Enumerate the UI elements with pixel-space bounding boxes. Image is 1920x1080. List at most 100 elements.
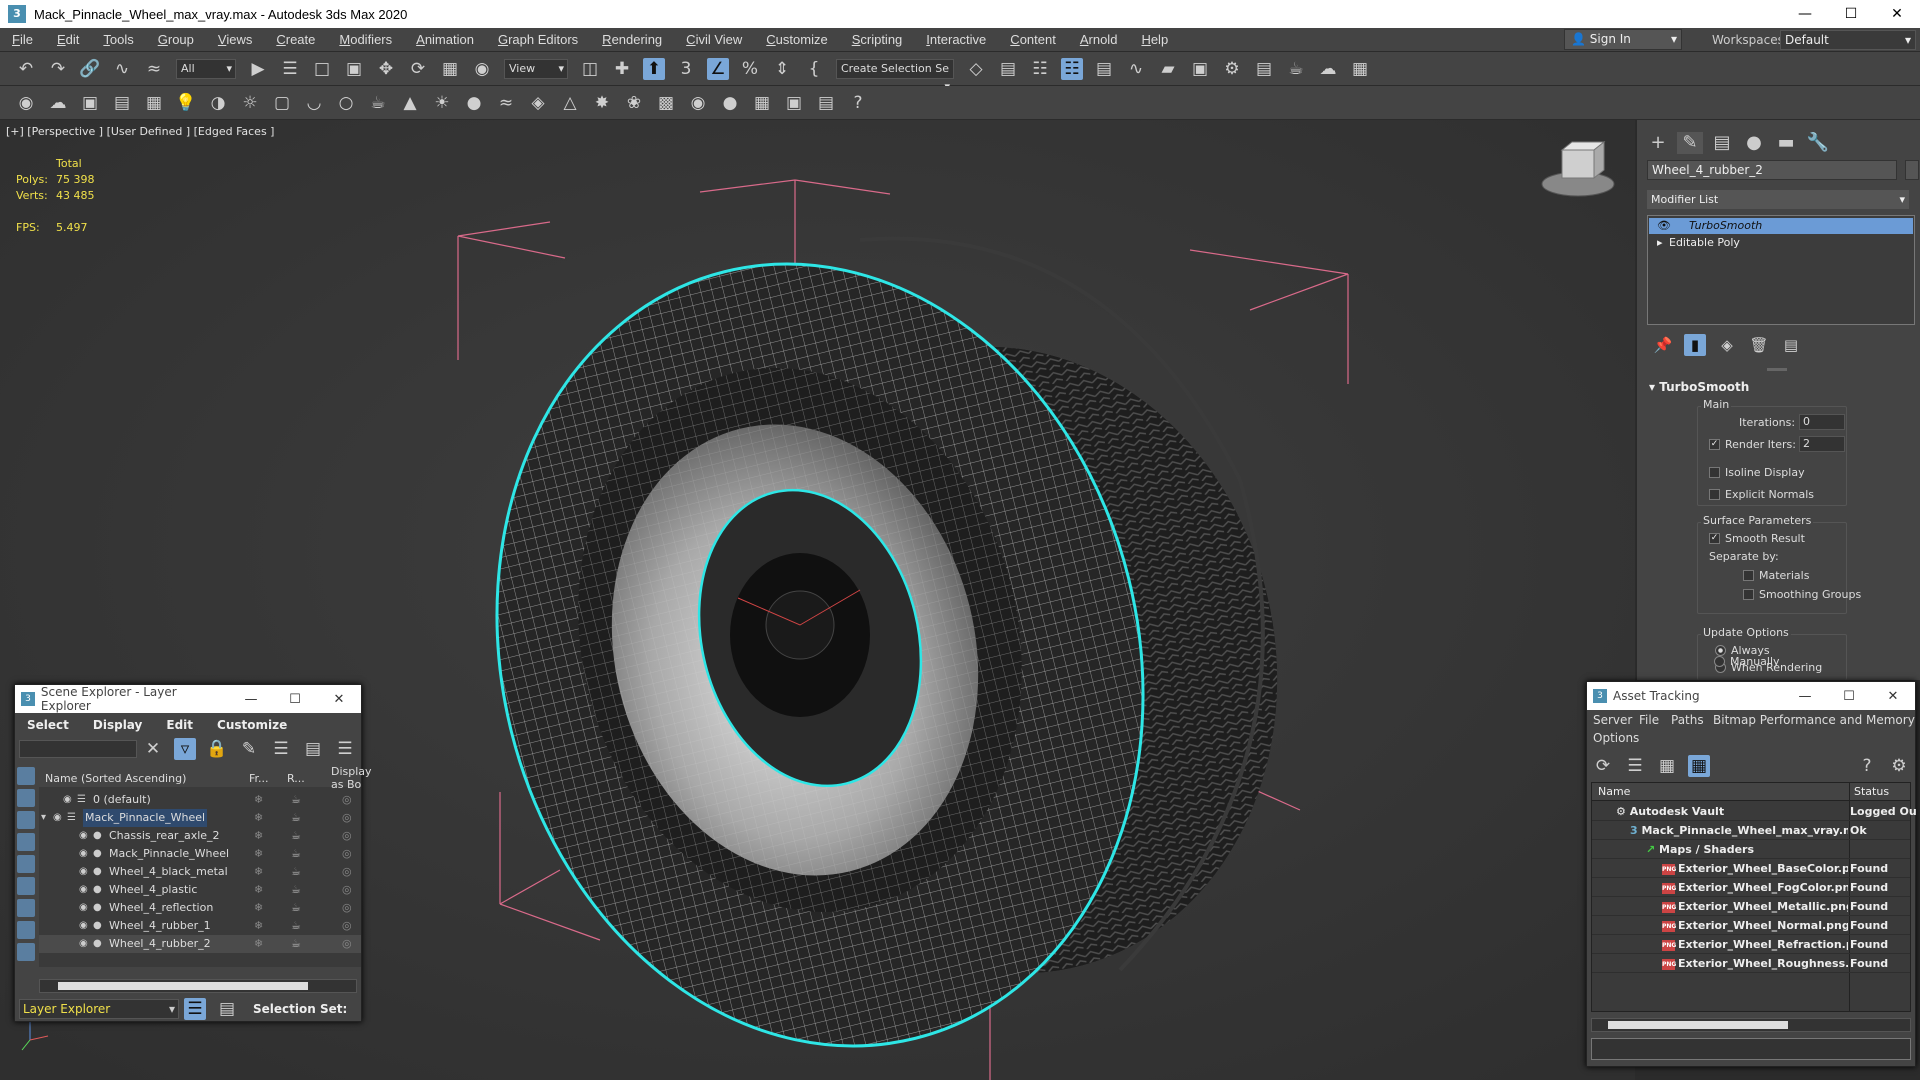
menu-item-3[interactable]: Group	[146, 32, 206, 47]
unlink-icon[interactable]: ∿	[111, 58, 133, 80]
dome-light-icon[interactable]: ☼	[239, 92, 261, 114]
display-spacewarps-icon[interactable]	[17, 877, 35, 895]
scene-row[interactable]: ◉ ● Wheel_4_reflection ❄ ☕ ◎	[39, 899, 361, 917]
visibility-eye-icon[interactable]: ◉	[79, 831, 93, 841]
close-icon[interactable]: ✕	[1871, 689, 1915, 704]
material-editor-icon[interactable]: ▣	[1189, 58, 1211, 80]
display-as-box-icon[interactable]: ◎	[342, 809, 352, 827]
workspace-dropdown[interactable]: Default ▾	[1780, 30, 1916, 50]
viewport-shading-icon[interactable]: ●	[719, 92, 741, 114]
light-lister-icon[interactable]: 💡	[175, 92, 197, 114]
scale-icon[interactable]: ▦	[439, 58, 461, 80]
toggle-scene-explorer-icon[interactable]: ☷	[1029, 58, 1051, 80]
scene-menu-select[interactable]: Select	[15, 718, 81, 732]
scene-menu-edit[interactable]: Edit	[154, 718, 205, 732]
renderable-icon[interactable]: ☕	[291, 863, 301, 881]
visibility-eye-icon[interactable]: ◉	[79, 849, 93, 859]
renderable-icon[interactable]: ☕	[291, 827, 301, 845]
column-status[interactable]: Status	[1854, 785, 1889, 798]
toggle-layer-explorer-icon[interactable]: ☷	[1061, 57, 1083, 80]
renderable-icon[interactable]: ☕	[291, 881, 301, 899]
menu-item-11[interactable]: Customize	[754, 32, 839, 47]
asset-row[interactable]: ⚙ Autodesk Vault Logged Ou	[1592, 802, 1917, 821]
bind-space-warp-icon[interactable]: ≈	[143, 58, 165, 80]
remove-modifier-icon[interactable]: 🗑	[1748, 334, 1770, 356]
renderable-icon[interactable]: ☕	[291, 935, 301, 953]
scene-row[interactable]: ◉ ☰ 0 (default) ❄ ☕ ◎	[39, 791, 361, 809]
display-cameras-icon[interactable]	[17, 833, 35, 851]
layers-icon[interactable]: ▤	[815, 92, 837, 114]
panel-divider[interactable]	[1767, 368, 1787, 371]
object-color-swatch[interactable]	[1905, 160, 1919, 180]
select-object-icon[interactable]: ▶	[247, 58, 269, 80]
sun-icon[interactable]: ☀	[431, 92, 453, 114]
select-manipulate-icon[interactable]: ✚	[611, 58, 633, 80]
display-as-box-icon[interactable]: ◎	[342, 827, 352, 845]
scene-row[interactable]: ◉ ● Wheel_4_rubber_1 ❄ ☕ ◎	[39, 917, 361, 935]
asset-row[interactable]: ↗ Maps / Shaders	[1592, 840, 1910, 859]
display-all-icon[interactable]	[17, 767, 35, 785]
ball-icon[interactable]: ●	[463, 92, 485, 114]
mirror-icon[interactable]: ◇	[965, 58, 987, 80]
menu-file[interactable]: File	[1639, 713, 1659, 727]
display-as-box-icon[interactable]: ◎	[342, 899, 352, 917]
visibility-eye-icon[interactable]: ◉	[79, 921, 93, 931]
configure-sets-icon[interactable]: ▤	[1780, 334, 1802, 356]
help-icon[interactable]: ?	[1856, 755, 1878, 777]
freeze-icon[interactable]: ❄	[254, 791, 263, 809]
minimize-icon[interactable]: —	[1783, 689, 1827, 704]
scene-horizontal-scrollbar[interactable]	[39, 979, 357, 993]
asset-row[interactable]: PNG Exterior_Wheel_Normal.png Found	[1592, 916, 1910, 935]
angle-snap-icon[interactable]: ∠	[707, 57, 729, 80]
make-unique-icon[interactable]: ◈	[1716, 334, 1738, 356]
minimize-icon[interactable]: —	[229, 692, 273, 707]
display-as-box-icon[interactable]: ◎	[342, 791, 352, 809]
material-library-icon[interactable]: ◉	[687, 92, 709, 114]
freeze-icon[interactable]: ❄	[254, 917, 263, 935]
scene-row[interactable]: ◉ ● Wheel_4_plastic ❄ ☕ ◎	[39, 881, 361, 899]
hierarchy-mode-icon[interactable]: ▤	[216, 998, 238, 1020]
render-settings-icon[interactable]: ▤	[111, 92, 133, 114]
grass-icon[interactable]: ❀	[623, 92, 645, 114]
mesh-export-icon[interactable]: △	[559, 92, 581, 114]
a360-gallery-icon[interactable]: ▦	[1349, 58, 1371, 80]
select-by-name-icon[interactable]: ☰	[279, 58, 301, 80]
curve-editor-icon[interactable]: ∿	[1125, 58, 1147, 80]
renderable-icon[interactable]: ☕	[291, 809, 301, 827]
display-xrefs-icon[interactable]	[17, 921, 35, 939]
menu-item-0[interactable]: File	[0, 32, 45, 47]
render-setup-icon[interactable]: ⚙	[1221, 58, 1243, 80]
refresh-icon[interactable]: ⟳	[1592, 755, 1614, 777]
menu-item-14[interactable]: Content	[998, 32, 1068, 47]
close-icon[interactable]: ✕	[1874, 0, 1920, 28]
pivot-center-icon[interactable]: ◫	[579, 58, 601, 80]
utilities-tab-icon[interactable]: 🔧	[1805, 132, 1831, 154]
menu-item-10[interactable]: Civil View	[674, 32, 754, 47]
visibility-eye-icon[interactable]: ◉	[63, 795, 77, 805]
cloud-render-icon[interactable]: ☁	[47, 92, 69, 114]
render-in-cloud-icon[interactable]: ☁	[1317, 58, 1339, 80]
menu-item-7[interactable]: Animation	[404, 32, 486, 47]
freeze-icon[interactable]: ❄	[254, 881, 263, 899]
stack-item-turbosmooth[interactable]: 👁 TurboSmooth	[1649, 218, 1913, 234]
menu-item-5[interactable]: Create	[264, 32, 327, 47]
link-icon[interactable]: 🔗	[79, 58, 101, 80]
lock-icon[interactable]: 🔒	[206, 738, 228, 760]
scene-explorer-titlebar[interactable]: 3 Scene Explorer - Layer Explorer — ☐ ✕	[15, 685, 361, 713]
layers-mode-icon[interactable]: ☰	[184, 998, 206, 1020]
menu-item-13[interactable]: Interactive	[914, 32, 998, 47]
keyboard-shortcut-override-icon[interactable]: ⬆	[643, 57, 665, 80]
column-name[interactable]: Name	[1598, 785, 1630, 798]
modifier-list-dropdown[interactable]: Modifier List ▾	[1647, 190, 1909, 209]
iterations-spinner[interactable]: 0	[1799, 414, 1845, 430]
place-icon[interactable]: ◉	[471, 58, 493, 80]
explicit-normals-checkbox[interactable]: Explicit Normals	[1709, 488, 1814, 501]
stack-item-editable-poly[interactable]: ▸ Editable Poly	[1649, 235, 1913, 251]
scrollbar-thumb[interactable]	[58, 982, 308, 990]
percent-snap-icon[interactable]: %	[739, 58, 761, 80]
object-name-field[interactable]: Wheel_4_rubber_2	[1647, 160, 1897, 180]
visibility-eye-icon[interactable]: ◉	[79, 903, 93, 913]
menu-item-6[interactable]: Modifiers	[327, 32, 404, 47]
menu-item-15[interactable]: Arnold	[1068, 32, 1130, 47]
menu-item-2[interactable]: Tools	[91, 32, 145, 47]
